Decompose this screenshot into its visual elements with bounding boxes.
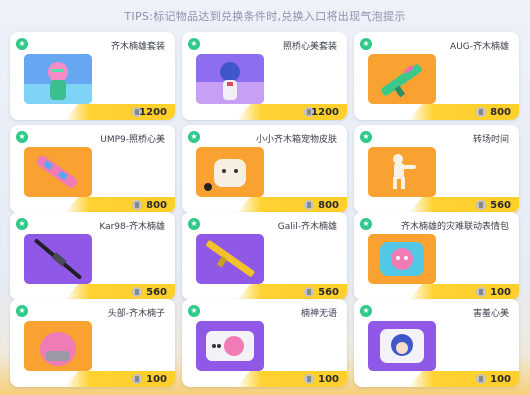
star-icon[interactable]: ★ [16, 218, 28, 230]
item-name: 转场时间 [472, 135, 509, 145]
item-thumbnail [368, 147, 436, 197]
star-icon[interactable]: ★ [16, 305, 28, 317]
item-thumbnail [196, 321, 264, 371]
item-price: 800 [146, 200, 167, 211]
item-price: 560 [490, 200, 511, 211]
exchange-card[interactable]: ★ UMP9-照桥心美 800 [10, 125, 175, 213]
rifle-icon [24, 234, 92, 284]
item-name: 齐木楠雄套装 [110, 42, 165, 52]
item-price: 100 [490, 374, 511, 385]
coin-icon [132, 200, 142, 210]
item-name: Kar98-齐木楠雄 [99, 222, 165, 232]
exchange-card[interactable]: ★ 齐木楠雄套装 1200 [10, 32, 175, 120]
coin-icon [476, 200, 486, 210]
pet-icon [196, 147, 264, 197]
item-thumbnail [196, 54, 264, 104]
star-icon[interactable]: ★ [16, 38, 28, 50]
exchange-card[interactable]: ★ 齐木楠雄的灾难联动表情包 100 [354, 212, 519, 300]
star-icon[interactable]: ★ [188, 218, 200, 230]
emote-icon [368, 234, 436, 284]
star-icon[interactable]: ★ [360, 218, 372, 230]
item-price: 800 [318, 200, 339, 211]
item-thumbnail [368, 234, 436, 284]
star-icon[interactable]: ★ [188, 38, 200, 50]
item-thumbnail [24, 234, 92, 284]
item-thumbnail [24, 147, 92, 197]
item-price: 100 [146, 374, 167, 385]
item-name: AUG-齐木楠雄 [450, 42, 509, 52]
star-icon[interactable]: ★ [188, 305, 200, 317]
character-icon [24, 54, 92, 104]
exchange-grid: ★ 齐木楠雄套装 1200 ★ 照桥心美套装 1200 ★ AUG-齐木楠雄 8… [0, 0, 530, 395]
character-icon [196, 54, 264, 104]
gun-icon [368, 54, 436, 104]
emote-icon [368, 321, 436, 371]
item-thumbnail [196, 147, 264, 197]
item-thumbnail [368, 54, 436, 104]
emote-icon [196, 321, 264, 371]
item-price: 100 [318, 374, 339, 385]
item-name: 小小齐木箱宠物皮肤 [255, 135, 337, 145]
exchange-card[interactable]: ★ 照桥心美套装 1200 [182, 32, 347, 120]
coin-icon [304, 374, 314, 384]
rifle-icon [196, 234, 264, 284]
coin-icon [132, 287, 142, 297]
coin-icon [304, 200, 314, 210]
item-price: 1200 [139, 107, 167, 118]
item-thumbnail [24, 54, 92, 104]
exchange-card[interactable]: ★ 小小齐木箱宠物皮肤 800 [182, 125, 347, 213]
exchange-card[interactable]: ★ Galil-齐木楠雄 560 [182, 212, 347, 300]
item-price: 800 [490, 107, 511, 118]
item-name: Galil-齐木楠雄 [277, 222, 337, 232]
item-price: 560 [318, 287, 339, 298]
coin-icon [476, 374, 486, 384]
exchange-card[interactable]: ★ Kar98-齐木楠雄 560 [10, 212, 175, 300]
star-icon[interactable]: ★ [360, 305, 372, 317]
head-icon [24, 321, 92, 371]
item-thumbnail [24, 321, 92, 371]
exchange-card[interactable]: ★ 转场时间 560 [354, 125, 519, 213]
item-name: 楠神无语 [300, 309, 337, 319]
exchange-card[interactable]: ★ 头部-齐木楠子 100 [10, 299, 175, 387]
coin-icon [132, 374, 142, 384]
figure-icon [368, 147, 436, 197]
coin-icon [476, 107, 486, 117]
star-icon[interactable]: ★ [16, 131, 28, 143]
exchange-card[interactable]: ★ AUG-齐木楠雄 800 [354, 32, 519, 120]
item-name: 照桥心美套装 [282, 42, 337, 52]
item-price: 560 [146, 287, 167, 298]
item-name: 齐木楠雄的灾难联动表情包 [400, 222, 509, 232]
item-price: 1200 [311, 107, 339, 118]
item-thumbnail [196, 234, 264, 284]
item-name: 害羞心美 [472, 309, 509, 319]
coin-icon [304, 287, 314, 297]
item-thumbnail [368, 321, 436, 371]
star-icon[interactable]: ★ [360, 131, 372, 143]
item-price: 100 [490, 287, 511, 298]
item-name: UMP9-照桥心美 [100, 135, 165, 145]
gun-icon [24, 147, 92, 197]
item-name: 头部-齐木楠子 [107, 309, 165, 319]
coin-icon [476, 287, 486, 297]
exchange-card[interactable]: ★ 害羞心美 100 [354, 299, 519, 387]
star-icon[interactable]: ★ [360, 38, 372, 50]
star-icon[interactable]: ★ [188, 131, 200, 143]
exchange-card[interactable]: ★ 楠神无语 100 [182, 299, 347, 387]
